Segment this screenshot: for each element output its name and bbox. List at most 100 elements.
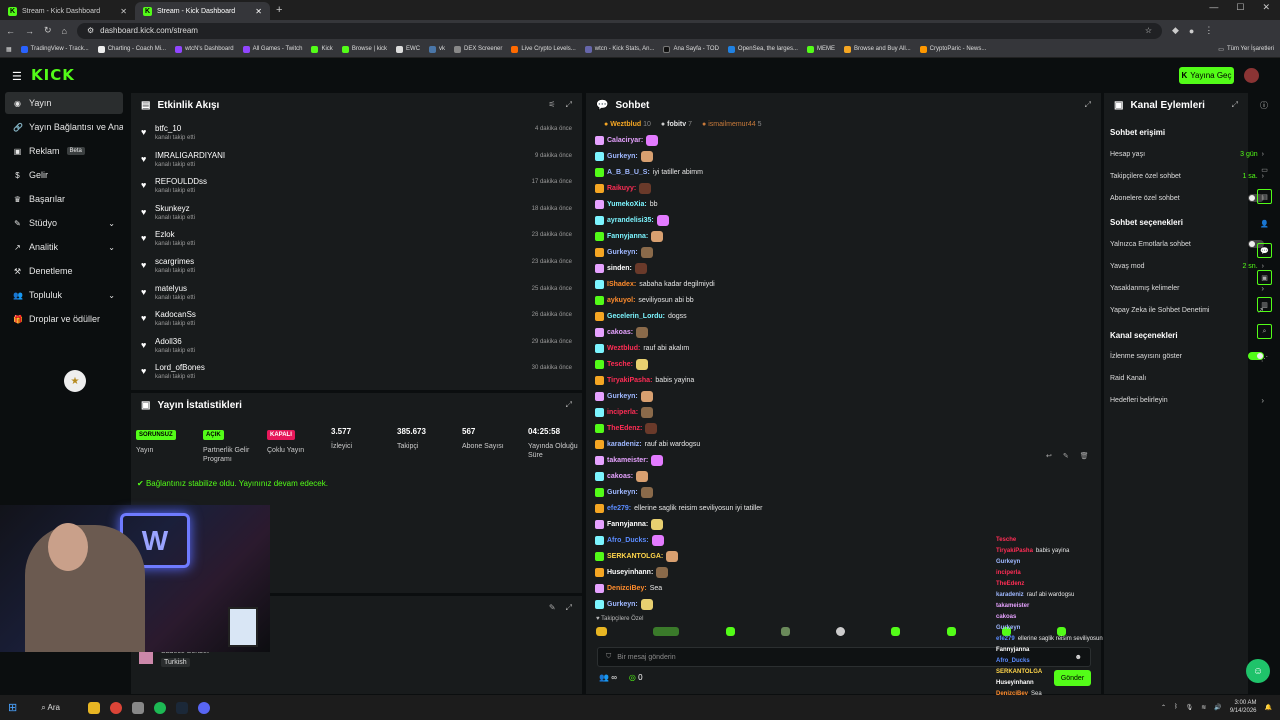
followers-only-option[interactable]: Takipçilere özel sohbet 1 sa. ›	[1110, 168, 1264, 184]
chat-username[interactable]: takameister:	[607, 457, 648, 464]
bookmark-item[interactable]: vk	[429, 45, 445, 53]
stats-widget-icon[interactable]: ▣	[1257, 270, 1272, 285]
chat-username[interactable]: Gurkeyn:	[607, 489, 638, 496]
close-icon[interactable]: ✕	[255, 7, 262, 16]
expand-icon[interactable]: ⤢	[566, 603, 572, 613]
chat-message[interactable]: Raikuyy:	[595, 181, 652, 195]
delete-icon[interactable]: 🗑	[1080, 452, 1089, 460]
chat-username[interactable]: Gurkeyn:	[607, 249, 638, 256]
chat-username[interactable]: Fannyjanna:	[607, 521, 648, 528]
expand-icon[interactable]: ⤢	[566, 400, 572, 410]
bookmark-item[interactable]: Browse | kick	[341, 45, 387, 53]
chat-username[interactable]: Calaciryar:	[607, 137, 643, 144]
activity-item[interactable]: ♥ Ezlok kanalı takip etti 23 dakika önce	[141, 227, 572, 253]
chat-username[interactable]: cakoas:	[607, 329, 633, 336]
banned-words-option[interactable]: Yasaklanmış kelimeler ›	[1110, 280, 1264, 296]
maximize-icon[interactable]: ☐	[1236, 2, 1244, 13]
bookmark-item[interactable]: wtcN's Dashboard	[175, 45, 234, 53]
extension-icon[interactable]: ◆	[1172, 25, 1179, 36]
actions-widget-icon[interactable]: ▥	[1257, 297, 1272, 312]
chat-message[interactable]: Gurkeyn:	[595, 389, 653, 403]
emote-icon[interactable]	[596, 627, 607, 636]
send-button[interactable]: Gönder	[1054, 670, 1091, 686]
tray-chevron-icon[interactable]: ⌃	[1161, 704, 1166, 711]
chat-username[interactable]: Gurkeyn:	[607, 153, 638, 160]
back-icon[interactable]: ←	[6, 26, 15, 36]
expand-icon[interactable]: ⤢	[566, 100, 572, 110]
file-explorer-icon[interactable]	[87, 701, 100, 714]
gifter-item[interactable]: ● fobitv 7	[661, 121, 692, 128]
pin-icon[interactable]: ✎	[1063, 452, 1069, 460]
points-counter[interactable]: ◎ 0	[629, 673, 643, 682]
chat-message[interactable]: YumekoXia: bb	[595, 197, 657, 211]
activity-item[interactable]: ♥ Skunkeyz kanalı takip etti 18 dakika ö…	[141, 201, 572, 227]
home-icon[interactable]: ⌂	[62, 26, 67, 36]
expand-icon[interactable]: ⤢	[1085, 100, 1091, 110]
chat-username[interactable]: inciperla:	[607, 409, 638, 416]
apps-icon[interactable]: ▦	[6, 46, 12, 53]
sidebar-item-drops[interactable]: 🎁 Droplar ve ödüller	[5, 308, 123, 330]
chat-message[interactable]: Huseyinhann:	[595, 565, 669, 579]
activity-item[interactable]: ♥ btfc_10 kanalı takip etti 4 dakika önc…	[141, 121, 572, 147]
chat-message[interactable]: sinden:	[595, 261, 647, 275]
bookmark-item[interactable]: Ana Sayfa - TOD	[663, 45, 719, 53]
taskbar-search[interactable]: ⌕ Ara	[41, 703, 60, 713]
windows-start-icon[interactable]: ⊞	[8, 701, 17, 714]
sidebar-item-analytics[interactable]: ↗ Analitik ⌄	[5, 236, 123, 258]
more-widget-icon[interactable]: ⋰	[1257, 351, 1272, 366]
emote-icon[interactable]	[1057, 627, 1066, 636]
discord-icon[interactable]	[197, 701, 210, 714]
stream-widget-icon[interactable]: ▭	[1257, 162, 1272, 177]
notifications-icon[interactable]: 🔔	[1265, 704, 1272, 711]
account-age-option[interactable]: Hesap yaşı 3 gün ›	[1110, 146, 1264, 162]
sidebar-item-achievements[interactable]: ♛ Başarılar	[5, 188, 123, 210]
emote-icon[interactable]	[836, 627, 845, 636]
chrome-icon[interactable]	[109, 701, 122, 714]
chat-username[interactable]: IShadex:	[607, 281, 636, 288]
chat-username[interactable]: ayrandelisi35:	[607, 217, 654, 224]
chat-username[interactable]: TiryakiPasha:	[607, 377, 652, 384]
new-tab-icon[interactable]: +	[270, 4, 288, 16]
clock[interactable]: 3:00 AM 9/14/2026	[1230, 699, 1257, 715]
chat-widget-icon[interactable]: 💬	[1257, 243, 1272, 258]
expand-icon[interactable]: ⤢	[1232, 100, 1238, 110]
chat-username[interactable]: karadeniz:	[607, 441, 642, 448]
sidebar-item-community[interactable]: 👥 Topluluk ⌄	[5, 284, 123, 306]
close-window-icon[interactable]: ✕	[1262, 2, 1270, 13]
sidebar-item-ads[interactable]: ▣ Reklam Beta	[5, 140, 123, 162]
bookmark-item[interactable]: DEX Screener	[454, 45, 502, 53]
mic-icon[interactable]: 🎙	[1186, 704, 1194, 711]
chat-message[interactable]: ayrandelisi35:	[595, 213, 669, 227]
emote-icon[interactable]	[946, 627, 956, 636]
chat-username[interactable]: Fannyjanna:	[607, 233, 648, 240]
spotify-icon[interactable]	[153, 701, 166, 714]
ai-moderation-option[interactable]: Yapay Zeka ile Sohbet Denetimi ↗	[1110, 302, 1264, 318]
chat-message[interactable]: Tesche:	[595, 357, 648, 371]
browser-tab-1[interactable]: K Stream - Kick Dashboard ✕	[0, 2, 135, 20]
users-widget-icon[interactable]: 👤	[1257, 216, 1272, 231]
chat-username[interactable]: Afro_Ducks:	[607, 537, 649, 544]
chat-username[interactable]: aykuyol:	[607, 297, 635, 304]
bookmark-item[interactable]: Charting - Coach Mi...	[97, 45, 166, 53]
chat-username[interactable]: Gecelerin_Lordu:	[607, 313, 665, 320]
kick-logo[interactable]: KICK	[31, 66, 75, 84]
chat-username[interactable]: efe279:	[607, 505, 631, 512]
site-info-icon[interactable]: ⚙	[87, 26, 94, 35]
chat-message[interactable]: Fannyjanna:	[595, 229, 664, 243]
chat-message[interactable]: aykuyol: seviliyosun abi bb	[595, 293, 694, 307]
chat-username[interactable]: TheEdenz:	[607, 425, 642, 432]
chat-username[interactable]: Raikuyy:	[607, 185, 636, 192]
volume-icon[interactable]: 🔊	[1214, 704, 1221, 711]
chat-message[interactable]: Gurkeyn:	[595, 485, 653, 499]
chat-username[interactable]: Gurkeyn:	[607, 393, 638, 400]
chat-message[interactable]: cakoas:	[595, 469, 649, 483]
chat-message[interactable]: Gurkeyn:	[595, 597, 653, 611]
browser-tab-2[interactable]: K Stream - Kick Dashboard ✕	[135, 2, 270, 20]
sidebar-item-stream[interactable]: ◉ Yayın	[5, 92, 123, 114]
chat-message[interactable]: DenizciBey: Sea	[595, 581, 662, 595]
chat-message[interactable]: TiryakiPasha: babis yayina	[595, 373, 694, 387]
menu-dots-icon[interactable]: ⋮	[1204, 25, 1213, 36]
chat-message[interactable]: Gurkeyn:	[595, 245, 653, 259]
chat-username[interactable]: Tesche:	[607, 361, 633, 368]
bookmark-item[interactable]: wtcn - Kick Stats, An...	[584, 45, 654, 53]
